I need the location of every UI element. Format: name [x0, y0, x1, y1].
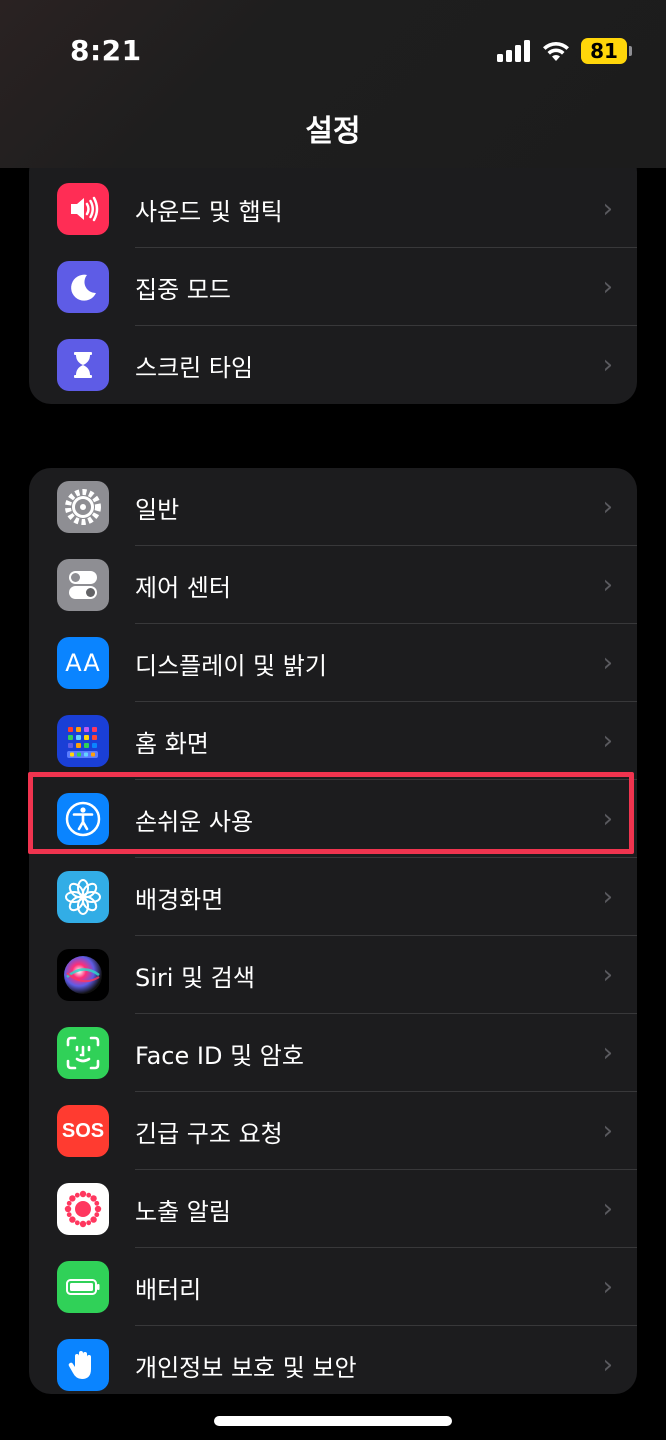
home-indicator[interactable] — [214, 1416, 452, 1426]
chevron-right-icon: › — [602, 882, 613, 912]
row-label: 일반 — [135, 495, 180, 524]
battery-icon — [57, 1261, 109, 1313]
settings-row-focus[interactable]: 집중 모드 › — [29, 248, 637, 326]
row-label: Face ID 및 암호 — [135, 1041, 304, 1070]
row-label: 집중 모드 — [135, 275, 231, 304]
text-size-icon: AA — [57, 637, 109, 689]
chevron-right-icon: › — [602, 726, 613, 756]
chevron-right-icon: › — [602, 492, 613, 522]
flower-icon — [57, 871, 109, 923]
status-indicators: 81 — [497, 38, 632, 64]
gear-icon — [57, 481, 109, 533]
row-label: 배경화면 — [135, 885, 224, 914]
chevron-right-icon: › — [602, 1272, 613, 1302]
chevron-right-icon: › — [602, 272, 613, 302]
settings-row-exposure-notifications[interactable]: 노출 알림 › — [29, 1170, 637, 1248]
row-label: 노출 알림 — [135, 1197, 231, 1226]
hand-icon — [57, 1339, 109, 1391]
face-id-icon — [57, 1027, 109, 1079]
chevron-right-icon: › — [602, 960, 613, 990]
moon-icon — [57, 261, 109, 313]
settings-row-control-center[interactable]: 제어 센터 › — [29, 546, 637, 624]
battery-level: 81 — [581, 38, 627, 64]
chevron-right-icon: › — [602, 1194, 613, 1224]
speaker-icon — [57, 183, 109, 235]
wifi-icon — [543, 41, 569, 61]
battery-indicator: 81 — [581, 38, 632, 64]
icon-text: SOS — [61, 1119, 105, 1142]
status-time: 8:21 — [70, 34, 142, 67]
settings-row-wallpaper[interactable]: 배경화면 › — [29, 858, 637, 936]
siri-icon — [57, 949, 109, 1001]
page-title: 설정 — [305, 114, 361, 149]
row-label: 디스플레이 및 밝기 — [135, 651, 327, 680]
chevron-right-icon: › — [602, 648, 613, 678]
chevron-right-icon: › — [602, 570, 613, 600]
row-label: 배터리 — [135, 1275, 202, 1304]
settings-row-screen-time[interactable]: 스크린 타임 › — [29, 326, 637, 404]
settings-group-2: 일반 › 제어 센터 › AA 디스플레이 및 밝기 › 홈 화면 › 손쉬운 … — [29, 468, 637, 1394]
chevron-right-icon: › — [602, 1116, 613, 1146]
highlight-box — [28, 772, 634, 854]
settings-row-home-screen[interactable]: 홈 화면 › — [29, 702, 637, 780]
settings-row-sound-haptics[interactable]: 사운드 및 햅틱 › — [29, 170, 637, 248]
row-label: 사운드 및 햅틱 — [135, 197, 283, 226]
row-label: 홈 화면 — [135, 729, 209, 758]
chevron-right-icon: › — [602, 1038, 613, 1068]
cellular-signal-icon — [497, 40, 530, 62]
settings-row-siri-search[interactable]: Siri 및 검색 › — [29, 936, 637, 1014]
settings-row-display-brightness[interactable]: AA 디스플레이 및 밝기 › — [29, 624, 637, 702]
settings-row-face-id-passcode[interactable]: Face ID 및 암호 › — [29, 1014, 637, 1092]
navigation-header: 8:21 81 설정 — [0, 0, 666, 168]
row-label: 제어 센터 — [135, 573, 231, 602]
icon-text: AA — [65, 649, 101, 677]
chevron-right-icon: › — [602, 1350, 613, 1380]
exposure-icon — [57, 1183, 109, 1235]
chevron-right-icon: › — [602, 350, 613, 380]
row-label: 긴급 구조 요청 — [135, 1119, 283, 1148]
row-label: Siri 및 검색 — [135, 963, 255, 992]
settings-group-1: 사운드 및 햅틱 › 집중 모드 › 스크린 타임 › — [29, 150, 637, 404]
battery-tip — [629, 46, 632, 56]
row-label: 개인정보 보호 및 보안 — [135, 1353, 357, 1382]
home-grid-icon — [57, 715, 109, 767]
chevron-right-icon: › — [602, 194, 613, 224]
settings-row-general[interactable]: 일반 › — [29, 468, 637, 546]
hourglass-icon — [57, 339, 109, 391]
sos-icon: SOS — [57, 1105, 109, 1157]
settings-row-battery[interactable]: 배터리 › — [29, 1248, 637, 1326]
settings-row-emergency-sos[interactable]: SOS 긴급 구조 요청 › — [29, 1092, 637, 1170]
toggles-icon — [57, 559, 109, 611]
settings-row-privacy-security[interactable]: 개인정보 보호 및 보안 › — [29, 1326, 637, 1394]
row-label: 스크린 타임 — [135, 353, 254, 382]
